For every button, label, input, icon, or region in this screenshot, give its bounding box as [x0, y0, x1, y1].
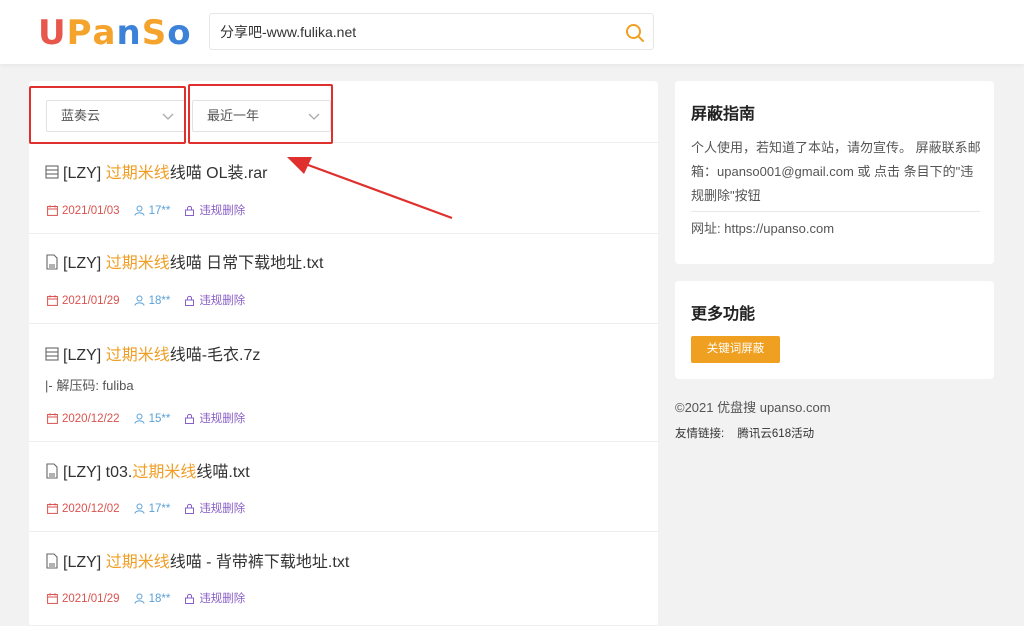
friend-link[interactable]: 腾讯云618活动: [737, 428, 814, 440]
divider: [691, 211, 980, 212]
friend-links-label: 友情链接:: [675, 428, 725, 440]
keyword-block-button[interactable]: 关键词屏蔽: [691, 336, 780, 363]
copyright: ©2021 优盘搜 upanso.com: [675, 400, 831, 415]
friend-links: 友情链接: 腾讯云618活动: [675, 425, 814, 441]
guide-title: 屏蔽指南: [691, 106, 756, 123]
guide-url: 网址: https://upanso.com: [691, 221, 835, 236]
more-title: 更多功能: [691, 306, 756, 323]
guide-text: 个人使用，若知道了本站，请勿宣传。 屏蔽联系邮箱：upanso001@gmail…: [691, 140, 981, 203]
more-features-card: 更多功能 关键词屏蔽: [675, 281, 994, 379]
block-guide-card: 屏蔽指南 个人使用，若知道了本站，请勿宣传。 屏蔽联系邮箱：upanso001@…: [675, 81, 994, 264]
